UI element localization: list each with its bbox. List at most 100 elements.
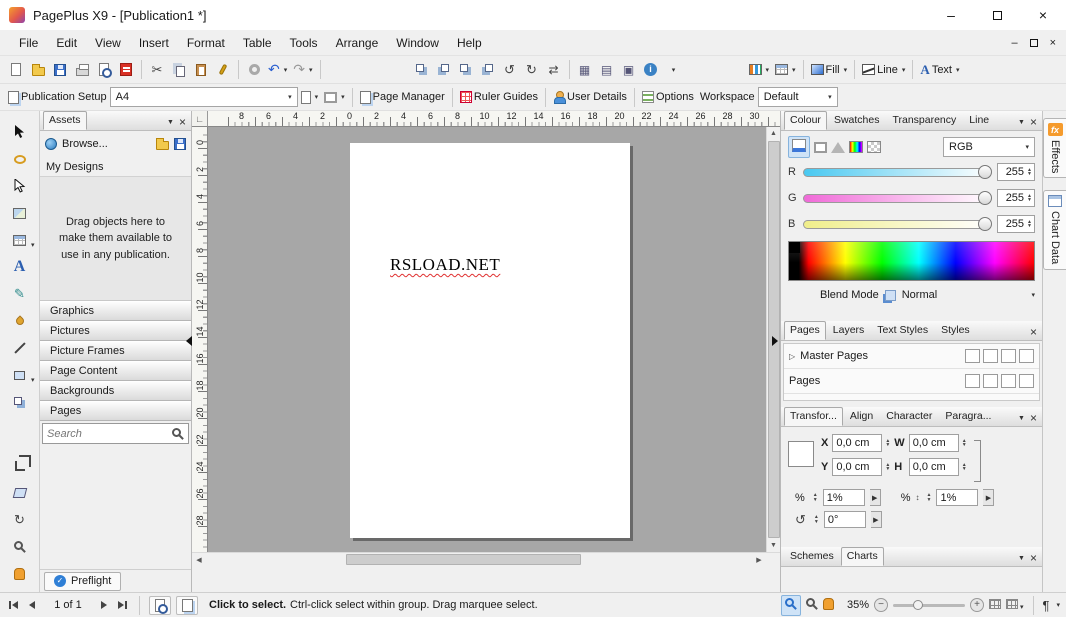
page-colour-button[interactable]: ▾	[321, 86, 348, 109]
lasso-tool[interactable]	[6, 147, 34, 171]
assets-section-page-content[interactable]: Page Content	[40, 361, 191, 381]
pan-icon[interactable]	[822, 597, 834, 613]
green-slider-thumb[interactable]	[978, 191, 992, 205]
scale-x-flyout-icon[interactable]: ▶	[869, 489, 881, 506]
minimize-icon[interactable]: –	[928, 0, 974, 30]
zoom-select-icon[interactable]	[780, 594, 801, 616]
colour-mode-select[interactable]: RGB ▾	[943, 137, 1035, 157]
copy-icon[interactable]	[168, 58, 190, 81]
red-slider[interactable]	[803, 165, 992, 179]
history-icon[interactable]	[243, 58, 265, 81]
expand-icon[interactable]: ▷	[789, 352, 795, 361]
tab-text-styles[interactable]: Text Styles	[871, 321, 934, 340]
line-colour-target[interactable]	[814, 141, 827, 153]
multipage-view-button[interactable]	[176, 595, 198, 615]
tab-align[interactable]: Align	[844, 407, 879, 426]
green-value-field[interactable]: 255 ▲ ▼	[997, 189, 1035, 207]
save-assets-icon[interactable]	[174, 138, 186, 150]
pages-row[interactable]: Pages	[784, 369, 1039, 394]
green-slider[interactable]	[803, 191, 992, 205]
grid-view-icon[interactable]: ▾	[1005, 598, 1024, 612]
convert-dropdown-icon[interactable]: ▾	[662, 58, 684, 81]
link-dimensions-icon[interactable]	[973, 440, 981, 482]
page-properties-icon[interactable]	[1019, 374, 1034, 388]
assets-drop-zone[interactable]: Drag objects here to make them available…	[40, 176, 191, 301]
page-size-select[interactable]: A4 ▾	[109, 87, 298, 107]
colour-spectrum[interactable]	[788, 241, 1035, 281]
panel-menu-icon[interactable]: ▼	[1018, 415, 1025, 422]
tab-character[interactable]: Character	[880, 407, 938, 426]
panel-menu-icon[interactable]: ▼	[1018, 555, 1025, 562]
new-document-icon[interactable]	[5, 58, 27, 81]
zoom-out-icon[interactable]: −	[873, 598, 888, 612]
page-properties-icon[interactable]	[1019, 349, 1034, 363]
panel-menu-icon[interactable]: ▼	[1018, 119, 1025, 126]
crop-tool[interactable]	[6, 454, 34, 478]
print-icon[interactable]	[71, 58, 93, 81]
last-page-button[interactable]	[115, 601, 130, 609]
scroll-right-icon[interactable]: ▶	[752, 553, 766, 566]
page-manager-button[interactable]: Page Manager	[357, 86, 448, 109]
options-button[interactable]: Options	[639, 86, 697, 109]
menu-format[interactable]: Format	[178, 32, 234, 54]
blue-slider[interactable]	[803, 217, 992, 231]
menu-insert[interactable]: Insert	[130, 32, 178, 54]
height-field[interactable]: 0,0 cm	[908, 458, 959, 476]
help-info-icon[interactable]: i	[640, 58, 662, 81]
black-swatch[interactable]	[789, 242, 800, 253]
line-button[interactable]: Line ▾	[859, 58, 908, 81]
scale-y-field[interactable]: 1%	[936, 489, 979, 506]
picture-frame-tool[interactable]	[6, 201, 34, 225]
publication-setup-button[interactable]: Publication Setup	[5, 86, 110, 109]
tab-paragraph[interactable]: Paragra...	[939, 407, 997, 426]
tab-styles[interactable]: Styles	[935, 321, 976, 340]
doc-minimize-icon[interactable]: –	[1011, 37, 1017, 49]
menu-help[interactable]: Help	[448, 32, 491, 54]
rotate-right-icon[interactable]: ↻	[521, 58, 543, 81]
menu-view[interactable]: View	[86, 32, 130, 54]
send-backward-icon[interactable]	[477, 58, 499, 81]
undo-icon[interactable]: ↶ ▾	[265, 58, 290, 81]
transform-close-icon[interactable]: ×	[1030, 412, 1037, 424]
first-page-button[interactable]	[6, 601, 21, 609]
rotation-flyout-icon[interactable]: ▶	[870, 511, 882, 528]
y-field[interactable]: 0,0 cm	[832, 458, 883, 476]
assets-section-picture-frames[interactable]: Picture Frames	[40, 341, 191, 361]
copy-page-icon[interactable]	[983, 374, 998, 388]
red-value-field[interactable]: 255 ▲ ▼	[997, 163, 1035, 181]
x-field[interactable]: 0,0 cm	[832, 434, 883, 452]
scale-x-field[interactable]: 1%	[822, 489, 865, 506]
tab-chart-data[interactable]: Chart Data	[1043, 190, 1066, 270]
rotation-field[interactable]: 0°	[823, 511, 866, 528]
workspace-select[interactable]: Default ▾	[757, 87, 838, 107]
doc-close-icon[interactable]: ×	[1050, 37, 1056, 49]
page-layout-icon[interactable]	[988, 598, 1001, 612]
tab-schemes[interactable]: Schemes	[784, 547, 840, 566]
text-button[interactable]: A Text ▾	[917, 58, 962, 81]
pen-tool[interactable]	[6, 336, 34, 360]
tab-pages[interactable]: Pages	[784, 321, 826, 340]
collapse-right-panel-icon[interactable]	[770, 333, 780, 349]
tab-effects[interactable]: fx Effects	[1043, 118, 1066, 179]
browse-button[interactable]: Browse...	[62, 138, 108, 150]
cut-icon[interactable]: ✂	[146, 58, 168, 81]
assets-section-pictures[interactable]: Pictures	[40, 321, 191, 341]
delete-page-icon[interactable]	[1001, 374, 1016, 388]
page-text[interactable]: RSLOAD.NET	[390, 255, 500, 275]
tab-charts[interactable]: Charts	[840, 547, 884, 566]
search-input[interactable]	[47, 427, 172, 440]
tab-colour[interactable]: Colour	[784, 111, 827, 130]
menu-arrange[interactable]: Arrange	[327, 32, 388, 54]
copy-page-icon[interactable]	[983, 349, 998, 363]
pencil-tool[interactable]: ✎	[6, 282, 34, 306]
assets-close-icon[interactable]: ×	[179, 116, 186, 128]
new-page-icon[interactable]	[965, 349, 980, 363]
scale-y-flyout-icon[interactable]: ▶	[983, 489, 995, 506]
anchor-point-selector[interactable]	[788, 441, 814, 467]
pages-close-icon[interactable]: ×	[1030, 326, 1037, 338]
align-objects-icon[interactable]: ▦	[574, 58, 596, 81]
paintbrush-tool[interactable]	[6, 309, 34, 333]
bring-to-front-icon[interactable]	[411, 58, 433, 81]
fit-page-button[interactable]	[149, 595, 171, 615]
panel-menu-icon[interactable]: ▼	[167, 119, 174, 126]
